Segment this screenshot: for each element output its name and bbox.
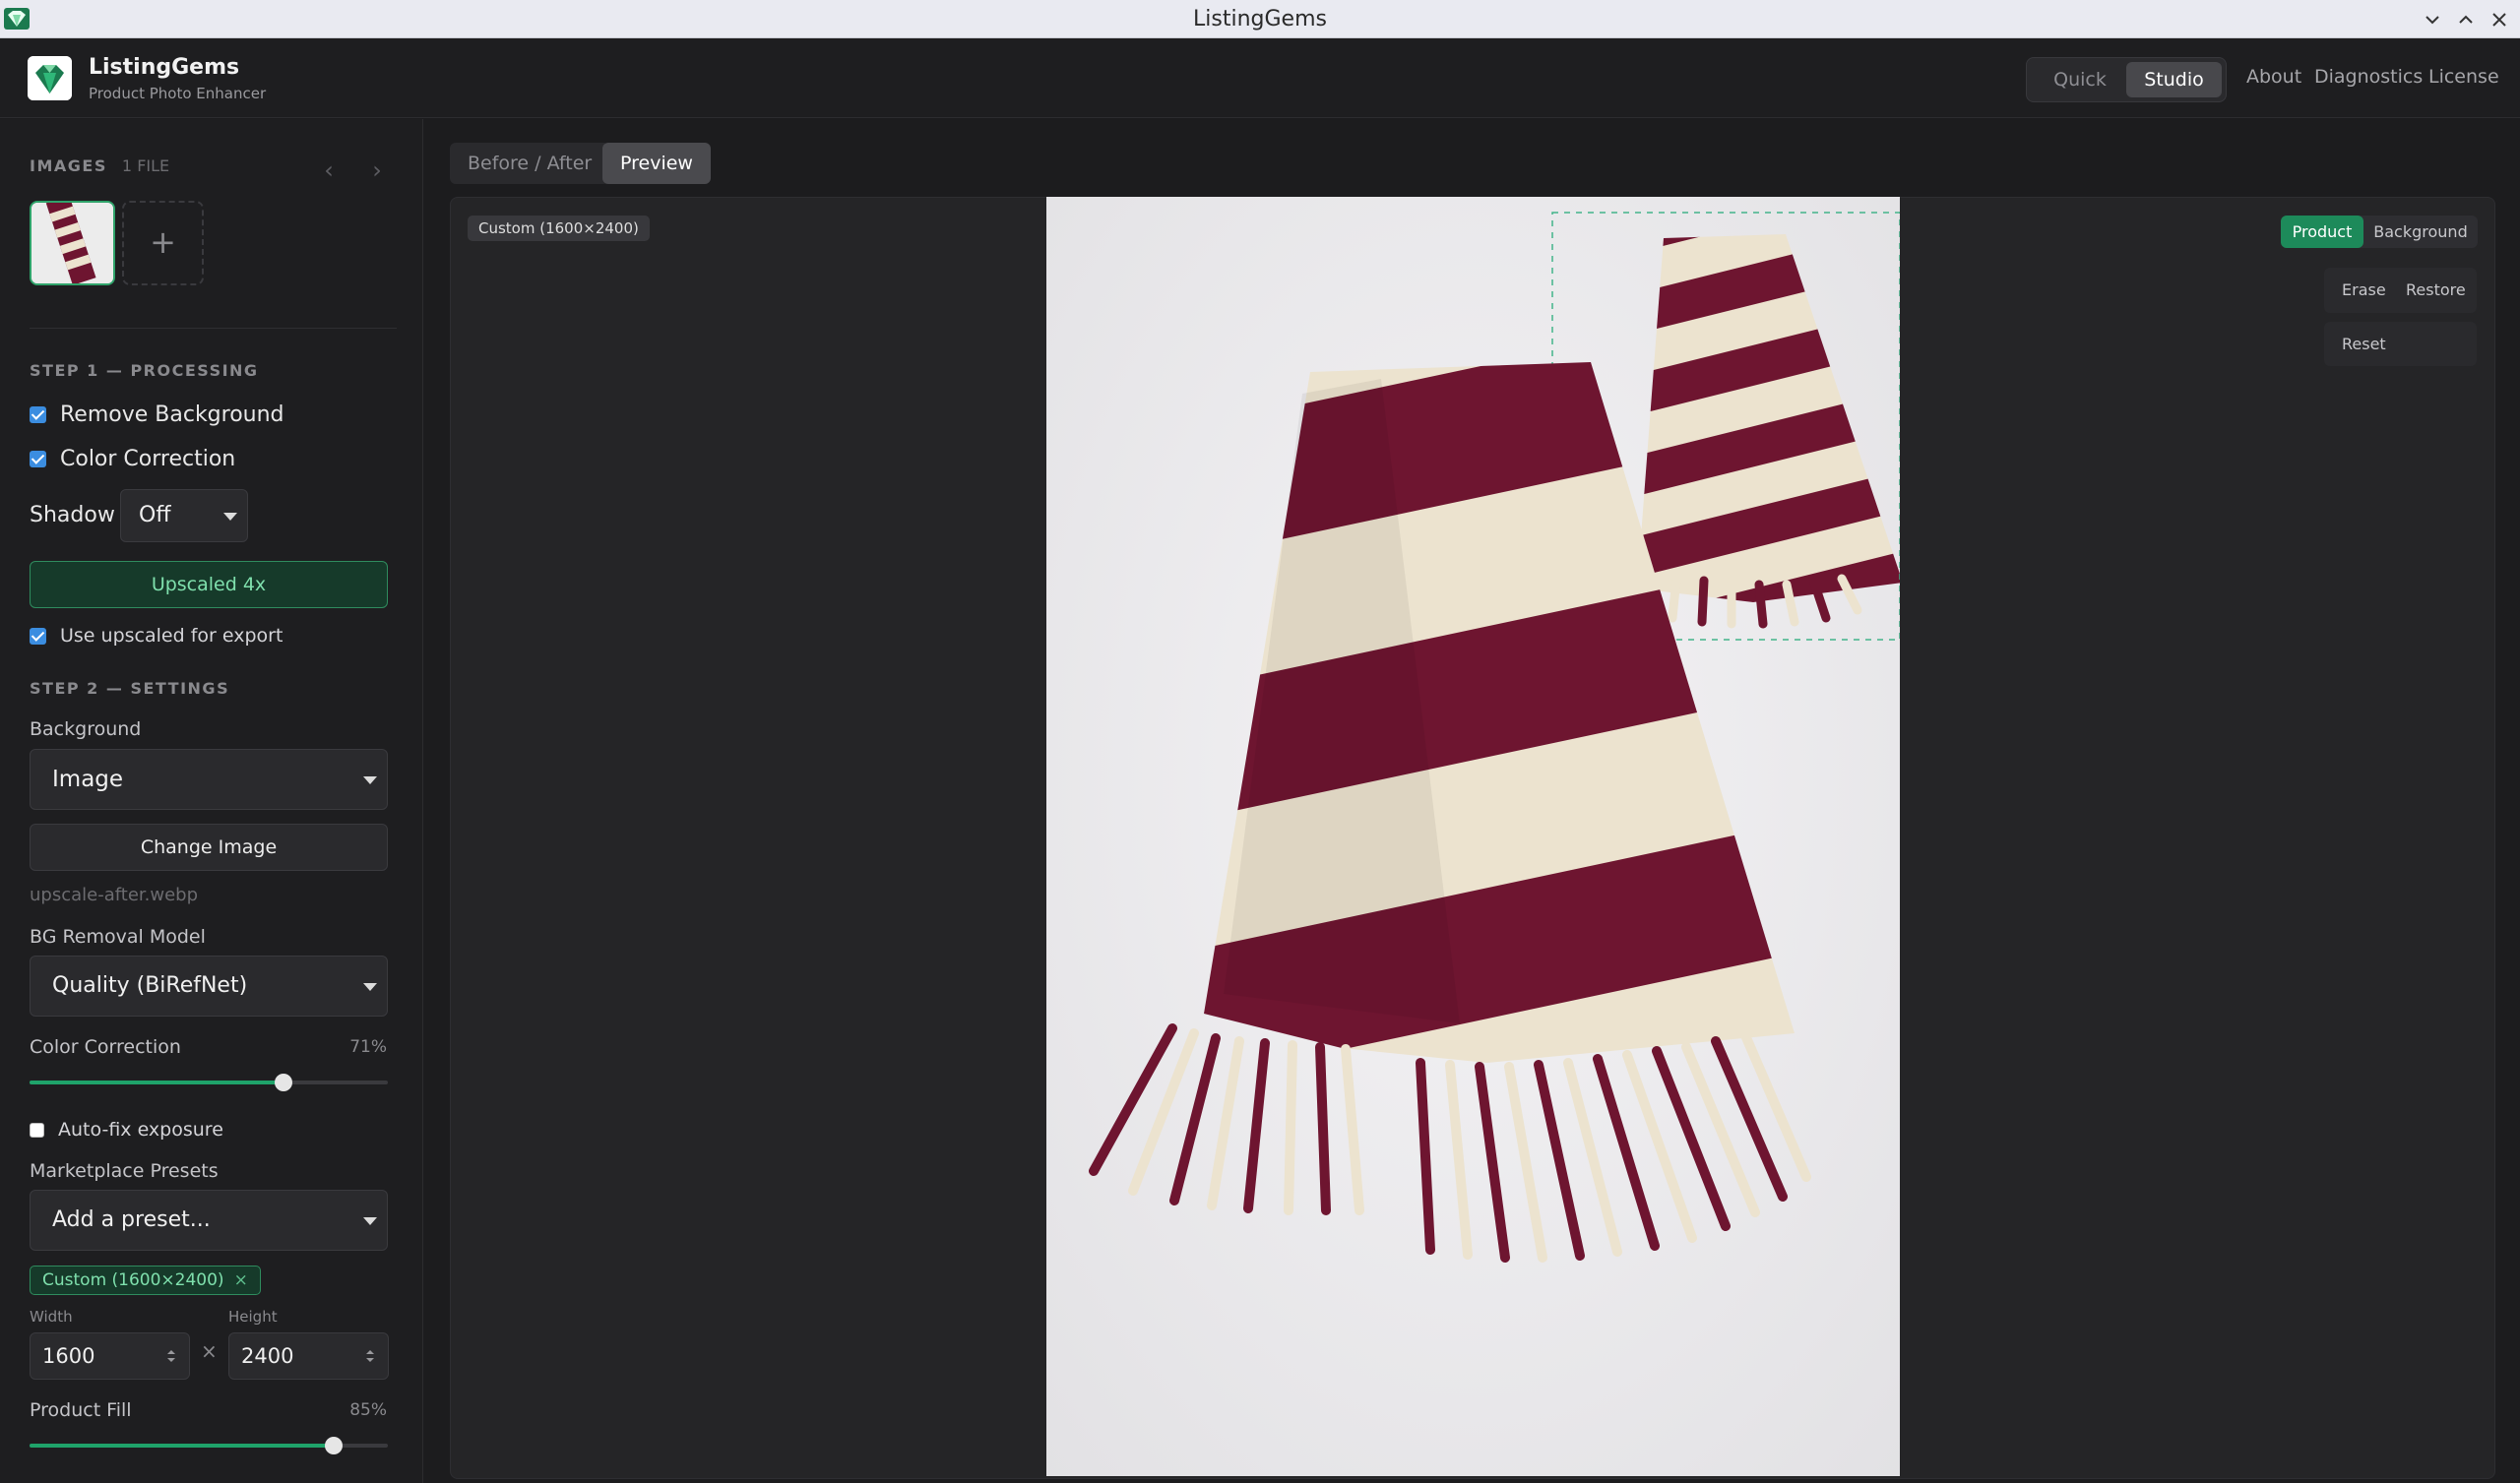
license-link[interactable]: License [2428, 66, 2499, 88]
product-fill-value: 85% [349, 1400, 387, 1420]
diagnostics-link[interactable]: Diagnostics [2314, 66, 2423, 88]
height-stepper-icon[interactable] [362, 1346, 378, 1366]
previous-image-icon[interactable]: ‹ [319, 158, 339, 182]
brush-tools: Erase Restore [2324, 268, 2477, 313]
height-input[interactable]: 2400 [228, 1332, 389, 1380]
color-correction-slider[interactable] [30, 1073, 388, 1092]
brand-tagline: Product Photo Enhancer [89, 85, 267, 102]
change-image-button[interactable]: Change Image [30, 824, 388, 871]
mode-quick-button[interactable]: Quick [2033, 62, 2127, 97]
next-image-icon[interactable]: › [367, 158, 387, 182]
dimension-times-symbol: × [201, 1339, 218, 1363]
bg-model-label: BG Removal Model [30, 926, 206, 948]
background-value: Image [52, 767, 124, 792]
tab-preview[interactable]: Preview [602, 143, 711, 184]
brand-name: ListingGems [89, 55, 240, 80]
chevron-down-icon [363, 776, 377, 784]
height-value: 2400 [241, 1344, 294, 1368]
window-title: ListingGems [1193, 7, 1327, 31]
add-image-button[interactable]: + [122, 201, 204, 285]
presets-placeholder: Add a preset... [52, 1207, 211, 1232]
preset-chip: Custom (1600×2400) × [30, 1266, 261, 1295]
use-upscaled-checkbox[interactable] [30, 627, 46, 645]
layer-product-button[interactable]: Product [2281, 216, 2363, 248]
color-correction-slider-handle[interactable] [275, 1074, 293, 1091]
product-preview-image[interactable] [1046, 197, 1900, 1476]
step2-label: STEP 2 — SETTINGS [30, 679, 230, 698]
shadow-select[interactable]: Off [120, 489, 248, 542]
width-value: 1600 [42, 1344, 95, 1368]
use-upscaled-option[interactable]: Use upscaled for export [30, 625, 283, 647]
shadow-value: Off [139, 503, 171, 527]
background-label: Background [30, 718, 142, 740]
chevron-down-icon [363, 1217, 377, 1225]
window-titlebar: ListingGems [0, 0, 2520, 38]
width-label: Width [30, 1308, 73, 1326]
preset-chip-label: Custom (1600×2400) [42, 1270, 224, 1290]
width-stepper-icon[interactable] [163, 1346, 179, 1366]
maximize-icon[interactable] [2454, 8, 2478, 31]
presets-label: Marketplace Presets [30, 1160, 219, 1182]
mode-switch: Quick Studio [2026, 57, 2227, 102]
minimize-icon[interactable] [2421, 8, 2444, 31]
height-label: Height [228, 1308, 278, 1326]
color-correction-slider-label: Color Correction [30, 1036, 181, 1058]
canvas-size-tag: Custom (1600×2400) [468, 216, 650, 241]
app-header: ListingGems Product Photo Enhancer Quick… [0, 39, 2520, 118]
use-upscaled-label: Use upscaled for export [60, 625, 284, 647]
chevron-down-icon [223, 513, 237, 521]
close-icon[interactable] [2488, 8, 2511, 31]
width-input[interactable]: 1600 [30, 1332, 190, 1380]
remove-background-checkbox[interactable] [30, 406, 46, 423]
images-label: IMAGES [30, 156, 107, 175]
restore-button[interactable]: Restore [2406, 268, 2466, 313]
mode-studio-button[interactable]: Studio [2126, 62, 2222, 97]
image-thumbnail[interactable] [30, 201, 115, 285]
sidebar-divider [30, 328, 397, 329]
bg-model-select[interactable]: Quality (BiRefNet) [30, 956, 388, 1017]
layer-toggle: Product Background [2281, 216, 2478, 248]
color-correction-value: 71% [349, 1037, 387, 1057]
remove-background-label: Remove Background [60, 402, 284, 427]
product-fill-slider[interactable] [30, 1436, 388, 1455]
about-link[interactable]: About [2246, 66, 2301, 88]
auto-fix-checkbox[interactable] [30, 1122, 44, 1138]
reset-box: Reset [2324, 322, 2477, 366]
step1-label: STEP 1 — PROCESSING [30, 361, 259, 380]
bg-filename: upscale-after.webp [30, 885, 199, 905]
color-correction-label: Color Correction [60, 447, 236, 471]
chevron-down-icon [363, 983, 377, 991]
bg-model-value: Quality (BiRefNet) [52, 973, 248, 998]
sidebar: IMAGES 1 file ‹ › + STEP 1 — PROCESSING … [0, 119, 423, 1483]
color-correction-checkbox[interactable] [30, 451, 46, 467]
brand-logo-icon [28, 56, 72, 100]
shadow-label: Shadow [30, 503, 115, 527]
remove-background-option[interactable]: Remove Background [30, 402, 284, 427]
auto-fix-option[interactable]: Auto-fix exposure [30, 1119, 223, 1141]
presets-select[interactable]: Add a preset... [30, 1190, 388, 1251]
images-count: 1 file [121, 156, 170, 175]
product-fill-slider-handle[interactable] [325, 1437, 344, 1454]
product-fill-label: Product Fill [30, 1399, 132, 1421]
images-section-label: IMAGES 1 file [30, 156, 169, 175]
upscaled-button[interactable]: Upscaled 4x [30, 561, 388, 608]
erase-button[interactable]: Erase [2342, 268, 2386, 313]
color-correction-slider-fill [30, 1081, 284, 1084]
layer-background-button[interactable]: Background [2363, 216, 2478, 248]
remove-preset-icon[interactable]: × [234, 1270, 248, 1290]
tab-before-after[interactable]: Before / After [450, 143, 610, 184]
background-select[interactable]: Image [30, 749, 388, 810]
auto-fix-label: Auto-fix exposure [58, 1119, 223, 1141]
color-correction-option[interactable]: Color Correction [30, 447, 235, 471]
product-fill-slider-fill [30, 1444, 335, 1448]
reset-button[interactable]: Reset [2342, 322, 2386, 366]
